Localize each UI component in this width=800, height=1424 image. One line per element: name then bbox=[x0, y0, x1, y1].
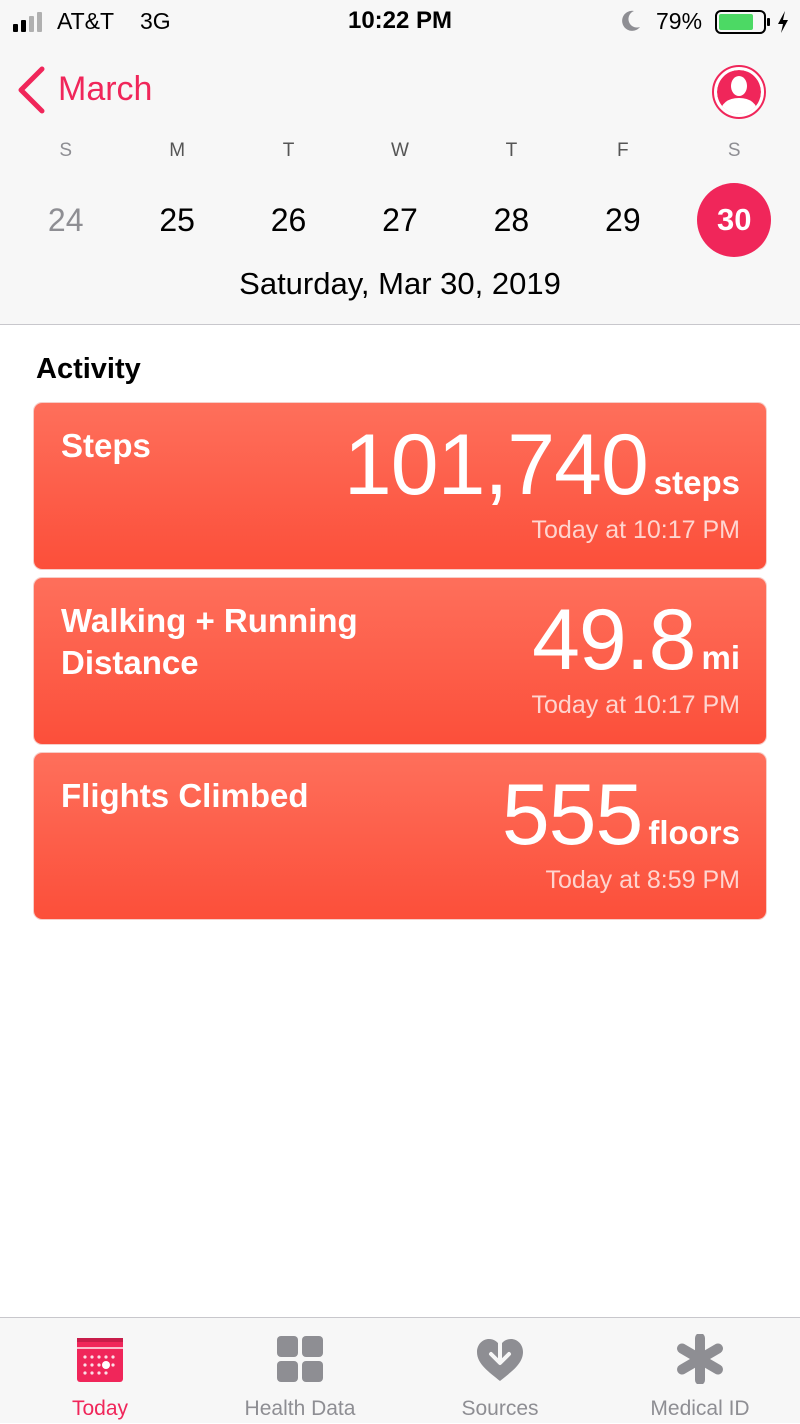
tab-bar: Today Health Data Sources Medical ID bbox=[0, 1317, 800, 1423]
sources-heart-icon bbox=[477, 1334, 523, 1381]
card-unit: steps bbox=[653, 464, 740, 501]
card-unit: mi bbox=[701, 639, 740, 676]
battery-percent: 79% bbox=[656, 8, 703, 34]
card-number: 555 bbox=[501, 767, 643, 863]
asterisk-icon bbox=[677, 1334, 723, 1384]
walking-running-distance-card[interactable]: Walking + Running Distance 49.8 mi Today… bbox=[34, 578, 766, 744]
tab-health-data[interactable]: Health Data bbox=[200, 1318, 400, 1424]
tab-sources[interactable]: Sources bbox=[400, 1318, 600, 1424]
flights-climbed-card[interactable]: Flights Climbed 555 floors Today at 8:59… bbox=[34, 753, 766, 919]
weekday-label: M bbox=[169, 140, 186, 161]
weekday-label: T bbox=[505, 140, 518, 161]
card-value: 49.8 mi bbox=[532, 592, 740, 688]
selected-date-circle: 30 bbox=[697, 183, 772, 257]
card-value: 555 floors bbox=[502, 767, 740, 863]
weekday-label: F bbox=[617, 140, 629, 161]
card-timestamp: Today at 10:17 PM bbox=[531, 516, 740, 544]
tab-today[interactable]: Today bbox=[0, 1318, 200, 1424]
do-not-disturb-moon-icon bbox=[622, 10, 640, 31]
date-cell-30-selected[interactable]: 30 bbox=[679, 183, 790, 257]
weekday-label: T bbox=[282, 140, 295, 161]
card-value: 101,740 steps bbox=[344, 417, 740, 513]
grid-icon bbox=[277, 1336, 323, 1382]
selected-full-date: Saturday, Mar 30, 2019 bbox=[239, 266, 561, 301]
date-cell-28[interactable]: 28 bbox=[456, 183, 567, 257]
chevron-left-icon bbox=[18, 66, 45, 114]
weekday-row: S M T W T F S bbox=[10, 140, 790, 162]
date-cell-26[interactable]: 26 bbox=[233, 183, 344, 257]
status-bar: AT&T 3G 10:22 PM 79% bbox=[0, 0, 800, 44]
battery-icon bbox=[715, 10, 770, 34]
card-timestamp: Today at 10:17 PM bbox=[531, 691, 740, 719]
card-title: Flights Climbed bbox=[61, 777, 309, 814]
weekday-label: S bbox=[59, 140, 73, 161]
card-title: Walking + Running Distance bbox=[61, 602, 358, 681]
header: AT&T 3G 10:22 PM 79% March S M T W T F S… bbox=[0, 0, 800, 325]
date-cell-24[interactable]: 24 bbox=[10, 183, 121, 257]
back-button[interactable]: March bbox=[16, 66, 152, 114]
card-number: 101,740 bbox=[343, 417, 649, 513]
profile-avatar-icon[interactable] bbox=[711, 64, 767, 120]
tab-medical-id[interactable]: Medical ID bbox=[600, 1318, 800, 1424]
activity-section-title: Activity bbox=[36, 353, 141, 385]
date-cell-27[interactable]: 27 bbox=[344, 183, 455, 257]
date-cell-25[interactable]: 25 bbox=[121, 183, 232, 257]
tab-label: Health Data bbox=[244, 1397, 356, 1420]
tab-label: Today bbox=[71, 1397, 129, 1420]
steps-card[interactable]: Steps 101,740 steps Today at 10:17 PM bbox=[34, 403, 766, 569]
tab-label: Medical ID bbox=[650, 1397, 750, 1420]
card-number: 49.8 bbox=[532, 592, 696, 688]
weekday-label: W bbox=[391, 140, 409, 161]
card-timestamp: Today at 8:59 PM bbox=[545, 866, 740, 894]
weekday-label: S bbox=[727, 140, 741, 161]
date-cell-29[interactable]: 29 bbox=[567, 183, 678, 257]
back-label: March bbox=[58, 69, 153, 108]
card-unit: floors bbox=[648, 814, 740, 851]
calendar-icon bbox=[77, 1338, 123, 1382]
charging-bolt-icon bbox=[778, 11, 788, 33]
tab-label: Sources bbox=[461, 1397, 539, 1420]
date-row: 24 25 26 27 28 29 30 bbox=[10, 183, 790, 257]
